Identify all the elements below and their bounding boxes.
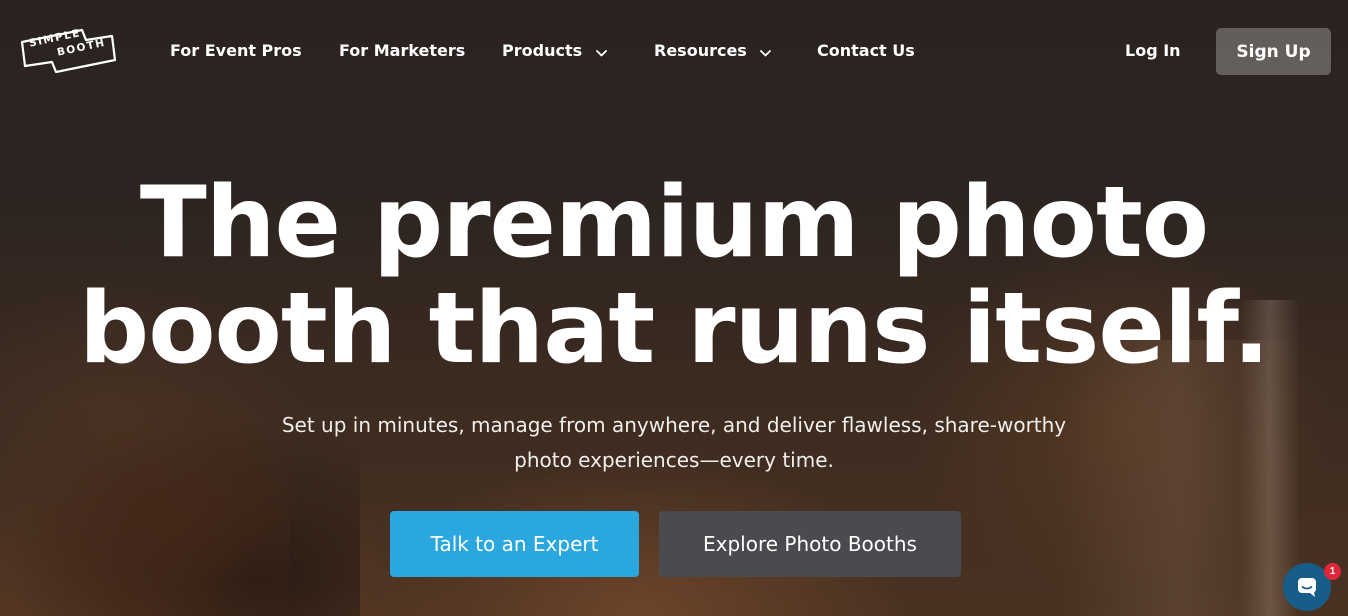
hero-headline-line-1: The premium photo	[139, 166, 1209, 280]
nav-item-products[interactable]: Products	[502, 41, 607, 61]
talk-to-expert-button[interactable]: Talk to an Expert	[390, 511, 639, 577]
login-link[interactable]: Log In	[1125, 41, 1181, 60]
nav-item-label: Products	[502, 41, 583, 60]
chat-notification-badge: 1	[1324, 563, 1341, 580]
nav-item-for-marketers[interactable]: For Marketers	[339, 41, 465, 60]
nav-item-for-event-pros[interactable]: For Event Pros	[170, 41, 302, 60]
hero-headline: The premium photo booth that runs itself…	[0, 170, 1348, 382]
hero-subtext-line-2: photo experiences—every time.	[514, 448, 834, 472]
nav-item-label: For Marketers	[339, 41, 466, 60]
chevron-down-icon	[760, 42, 772, 61]
explore-photo-booths-button[interactable]: Explore Photo Booths	[659, 511, 961, 577]
nav-item-contact-us[interactable]: Contact Us	[817, 41, 915, 60]
simple-booth-logo[interactable]: SIMPLE BOOTH	[20, 27, 116, 74]
nav-item-label: For Event Pros	[170, 41, 302, 60]
signup-button[interactable]: Sign Up	[1216, 28, 1331, 75]
nav-item-label: Resources	[654, 41, 747, 60]
hero-subtext: Set up in minutes, manage from anywhere,…	[0, 408, 1348, 478]
top-navigation: SIMPLE BOOTH For Event Pros For Marketer…	[0, 0, 1348, 104]
nav-item-label: Contact Us	[817, 41, 915, 60]
hero-subtext-line-1: Set up in minutes, manage from anywhere,…	[281, 413, 1067, 437]
hero-section: SIMPLE BOOTH For Event Pros For Marketer…	[0, 0, 1348, 616]
nav-item-resources[interactable]: Resources	[654, 41, 772, 61]
hero-headline-line-2: booth that runs itself.	[79, 272, 1270, 386]
chat-bubble-icon	[1298, 578, 1316, 597]
chevron-down-icon	[595, 42, 607, 61]
